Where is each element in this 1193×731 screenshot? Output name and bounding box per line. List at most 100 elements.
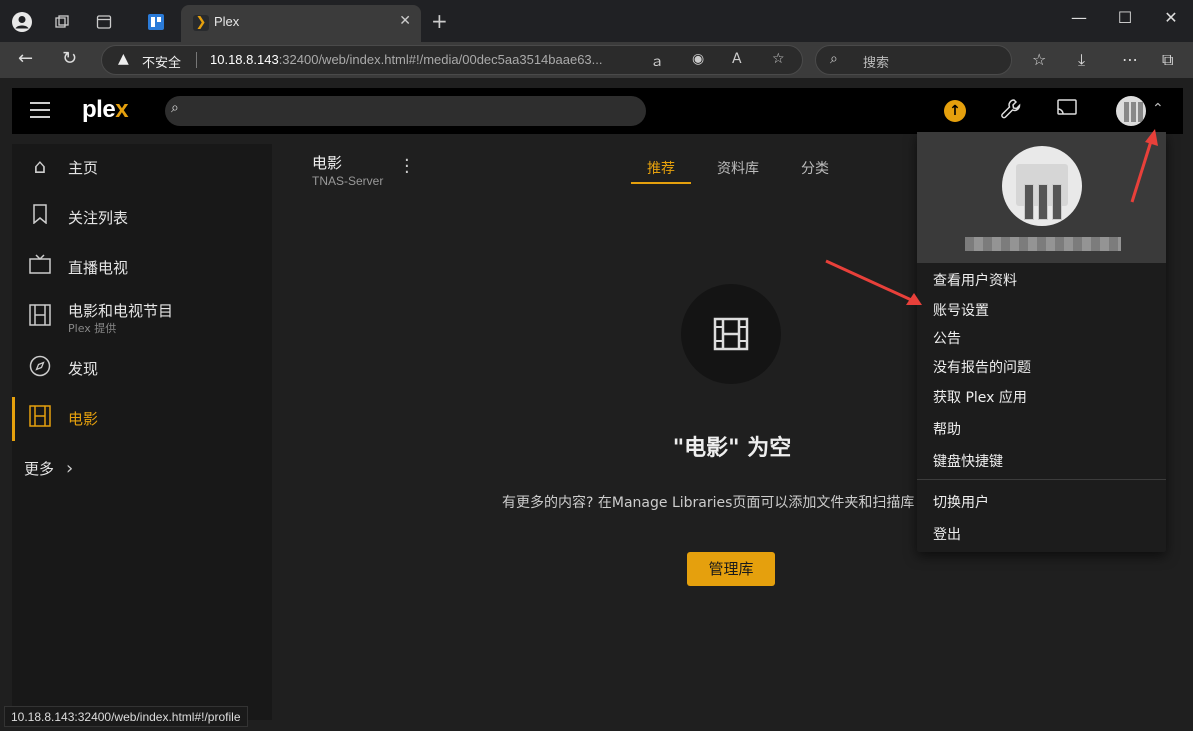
url-separator xyxy=(196,52,197,68)
library-more-icon[interactable]: · · · xyxy=(404,152,410,182)
hamburger-menu-icon[interactable] xyxy=(30,102,50,118)
browser-tab-bar: ❯ Plex ✕ + — ☐ ✕ xyxy=(0,0,1193,42)
tab-title: Plex xyxy=(214,14,240,29)
menu-keyboard-shortcuts[interactable]: 键盘快捷键 xyxy=(933,451,1003,471)
address-bar[interactable]: ▲ 不安全 10.18.8.143:32400/web/index.html#!… xyxy=(101,45,803,75)
search-icon: ⌕ xyxy=(830,51,838,67)
sidebar-item-label: 发现 xyxy=(68,360,99,378)
menu-view-profile[interactable]: 查看用户资料 xyxy=(933,270,1017,290)
warning-icon: ▲ xyxy=(118,51,129,67)
search-placeholder: 搜索 xyxy=(863,56,890,71)
refresh-icon[interactable]: ↻ xyxy=(62,48,77,69)
sidebar-item-label: 电影和电视节目 xyxy=(68,302,174,320)
menu-switch-user[interactable]: 切换用户 xyxy=(933,492,989,512)
sidebar-item-discover[interactable]: 发现 xyxy=(12,347,272,389)
sidebar: ⌂ 主页 关注列表 直播电视 电影和电视节目 Plex 提供 发现 电影 更多 … xyxy=(12,144,272,720)
new-tab-icon[interactable]: + xyxy=(431,9,448,33)
url-path: :32400/web/index.html#!/media/00dec5aa35… xyxy=(278,52,603,67)
sidebar-item-label: 主页 xyxy=(68,159,99,177)
menu-announcements[interactable]: 公告 xyxy=(933,328,961,348)
tab-categories[interactable]: 分类 xyxy=(801,158,829,178)
maximize-icon[interactable]: ☐ xyxy=(1102,8,1148,27)
compass-icon xyxy=(28,355,52,379)
chevron-up-icon[interactable]: ⌃ xyxy=(1152,101,1164,117)
dropdown-avatar[interactable] xyxy=(1002,146,1082,226)
browser-search-box[interactable]: ⌕ 搜索 xyxy=(815,45,1012,75)
edge-icon[interactable]: ◉ xyxy=(692,51,704,67)
status-bar-url: 10.18.8.143:32400/web/index.html#!/profi… xyxy=(4,706,248,727)
empty-state-title: "电影" 为空 xyxy=(672,436,792,461)
browser-toolbar: ← ↻ ▲ 不安全 10.18.8.143:32400/web/index.ht… xyxy=(0,42,1193,78)
home-icon: ⌂ xyxy=(33,154,47,178)
menu-sign-out[interactable]: 登出 xyxy=(933,524,961,544)
tab-close-icon[interactable]: ✕ xyxy=(399,13,411,29)
menu-get-plex-apps[interactable]: 获取 Plex 应用 xyxy=(933,387,1027,407)
profile-icon[interactable] xyxy=(10,10,34,34)
annotation-arrow xyxy=(825,259,922,305)
sidebar-item-label: 电影 xyxy=(68,410,99,428)
bookmark-icon xyxy=(28,204,52,228)
menu-account-settings[interactable]: 账号设置 xyxy=(933,300,989,320)
drive-slot xyxy=(1052,184,1062,220)
active-indicator xyxy=(12,397,15,441)
manage-library-button[interactable]: 管理库 xyxy=(687,552,775,586)
workspaces-icon[interactable] xyxy=(50,10,74,34)
sidebar-item-label: 直播电视 xyxy=(68,259,129,277)
film-icon xyxy=(28,304,52,328)
favorites-icon[interactable]: ☆ xyxy=(1032,50,1046,69)
url-text[interactable]: 10.18.8.143:32400/web/index.html#!/media… xyxy=(210,52,630,67)
sidebar-item-watchlist[interactable]: 关注列表 xyxy=(12,196,272,238)
user-avatar[interactable] xyxy=(1116,96,1146,126)
sidebar-item-label: 关注列表 xyxy=(68,209,129,227)
sidebar-item-movies[interactable]: 电影 xyxy=(12,397,272,441)
sidebar-item-live-tv[interactable]: 直播电视 xyxy=(12,246,272,288)
insecure-label: 不安全 xyxy=(142,56,182,71)
annotation-arrow xyxy=(1130,129,1158,203)
plex-logo[interactable]: plex xyxy=(82,96,129,124)
tv-icon xyxy=(28,254,52,278)
cast-icon[interactable] xyxy=(1056,98,1078,123)
menu-divider xyxy=(917,479,1166,480)
tab-library[interactable]: 资料库 xyxy=(717,158,759,178)
plex-topbar: plex ⌕ ↑ ⌃ xyxy=(12,88,1183,134)
drive-slot xyxy=(1038,184,1048,220)
library-title: 电影 xyxy=(312,154,343,172)
menu-help[interactable]: 帮助 xyxy=(933,419,961,439)
sidebar-item-home[interactable]: ⌂ 主页 xyxy=(12,146,272,188)
tab-actions-icon[interactable] xyxy=(92,10,116,34)
plex-app: plex ⌕ ↑ ⌃ ⌂ 主页 关注列表 直播电视 电影和电视节目 Plex 提… xyxy=(12,78,1183,727)
plex-favicon: ❯ xyxy=(193,15,209,31)
sidebar-item-sublabel: Plex 提供 xyxy=(68,322,117,335)
empty-state-icon-circle xyxy=(681,284,781,384)
plex-search-input[interactable]: ⌕ xyxy=(165,96,646,126)
url-host: 10.18.8.143 xyxy=(210,52,279,67)
sidebar-more-button[interactable]: 更多 › xyxy=(24,458,73,479)
film-icon xyxy=(28,405,52,429)
logo-text: ple xyxy=(82,96,116,123)
favorite-star-icon[interactable]: ☆ xyxy=(772,51,785,67)
download-icon[interactable]: ⤓ xyxy=(1078,50,1085,70)
logo-accent: x xyxy=(115,96,129,123)
window-close-icon[interactable]: ✕ xyxy=(1148,8,1193,27)
sidebar-item-movies-tv[interactable]: 电影和电视节目 Plex 提供 xyxy=(12,290,272,342)
blurred-username xyxy=(965,237,1121,251)
pinned-tab-favicon[interactable] xyxy=(144,10,168,34)
upgrade-icon[interactable]: ↑ xyxy=(944,100,966,122)
minimize-icon[interactable]: — xyxy=(1056,8,1102,27)
menu-unreported-issues[interactable]: 没有报告的问题 xyxy=(933,357,1031,377)
sidebar-toggle-icon[interactable]: ⧉ xyxy=(1162,50,1173,70)
library-server: TNAS-Server xyxy=(312,174,384,188)
tab-recommended[interactable]: 推荐 xyxy=(647,158,675,178)
drive-slot xyxy=(1024,184,1034,220)
active-tab[interactable]: ❯ Plex ✕ xyxy=(181,5,421,42)
nas-device-image xyxy=(1016,164,1068,220)
back-icon[interactable]: ← xyxy=(18,48,33,69)
read-aloud-icon[interactable]: ａ xyxy=(650,51,664,71)
text-size-icon[interactable]: A xyxy=(732,51,742,67)
chevron-right-icon: › xyxy=(66,458,74,479)
more-menu-icon[interactable]: ⋯ xyxy=(1122,50,1138,69)
search-icon: ⌕ xyxy=(171,100,179,116)
more-label: 更多 xyxy=(24,460,55,478)
settings-wrench-icon[interactable] xyxy=(1000,98,1022,125)
empty-state-text: 有更多的内容? 在Manage Libraries页面可以添加文件夹和扫描库 xyxy=(502,495,915,511)
